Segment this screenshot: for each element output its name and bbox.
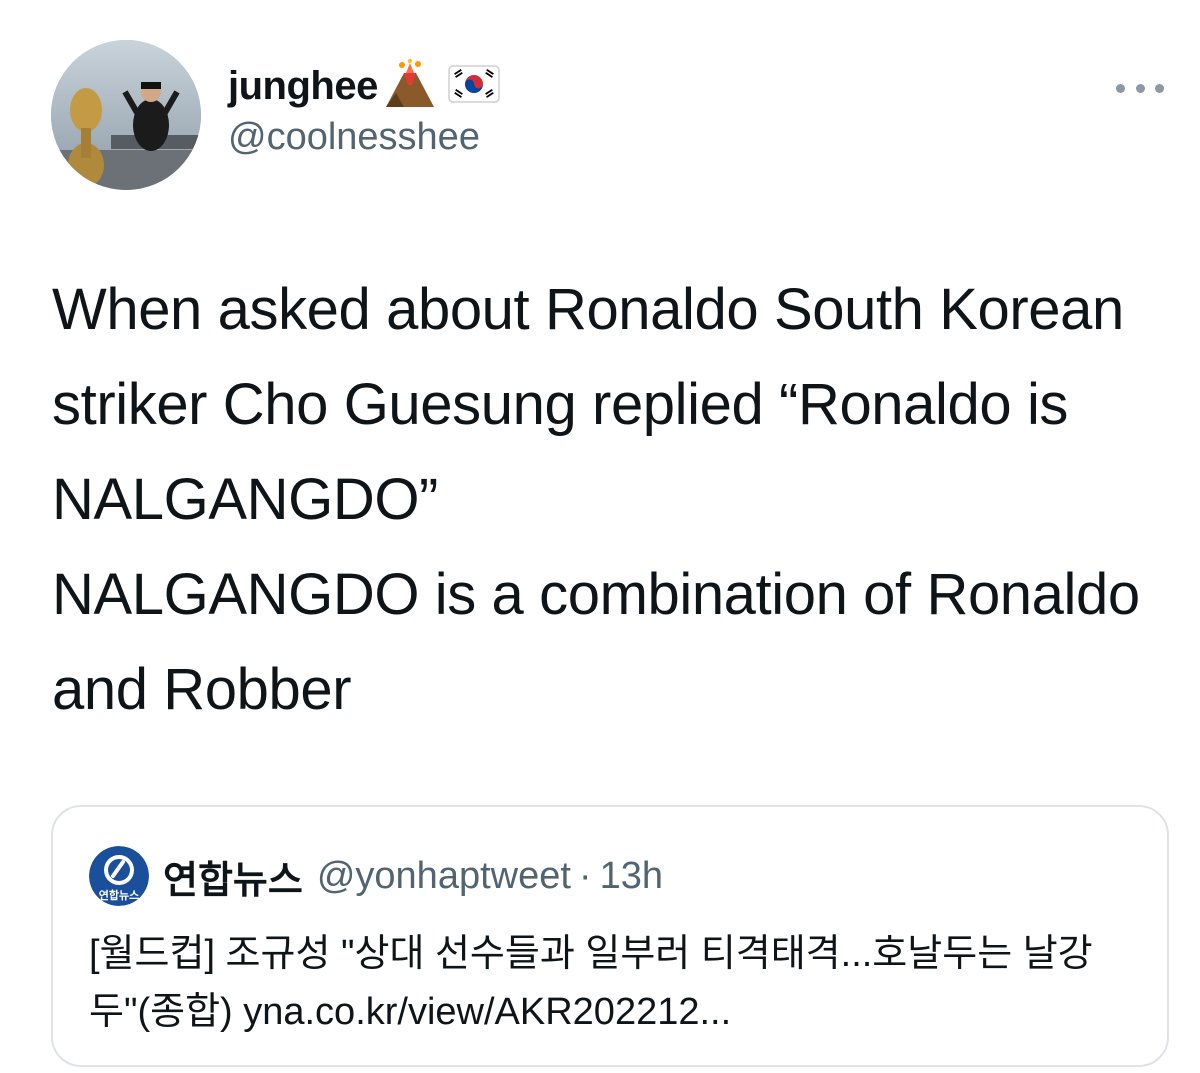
- tweet-paragraph: NALGANGDO is a combination of Ronaldo an…: [52, 562, 1140, 722]
- quoted-tweet-text: [월드컵] 조규성 "상대 선수들과 일부러 티격태격...호날두는 날강두"(…: [89, 933, 1093, 1033]
- tweet-text: When asked about Ronaldo South Korean st…: [52, 262, 1162, 737]
- separator-dot: ·: [578, 854, 592, 897]
- quoted-tweet-header: 연합뉴스 연합뉴스 @yonhaptweet · 13h: [89, 846, 663, 906]
- yonhap-logo-avatar[interactable]: 연합뉴스: [89, 846, 149, 906]
- volcano-emoji-icon: [382, 58, 438, 114]
- author-display-name[interactable]: junghee: [228, 64, 378, 109]
- author-names: junghee @coolnesshee: [228, 58, 500, 159]
- quoted-display-name[interactable]: 연합뉴스: [163, 849, 303, 904]
- more-options-icon[interactable]: [1116, 78, 1164, 98]
- author-handle[interactable]: @coolnesshee: [228, 116, 500, 159]
- yonhap-logo-label: 연합뉴스: [99, 888, 139, 902]
- display-name-row: junghee: [228, 58, 500, 114]
- quoted-tweet-card[interactable]: 연합뉴스 연합뉴스 @yonhaptweet · 13h [월드컵] 조규성 "…: [51, 805, 1169, 1067]
- south-korea-flag-icon: [448, 64, 500, 108]
- author-avatar[interactable]: [51, 40, 201, 190]
- tweet: junghee @coolnesshee When asked about Ro…: [0, 0, 1200, 1073]
- quoted-timestamp[interactable]: 13h: [600, 855, 663, 898]
- tweet-paragraph: When asked about Ronaldo South Korean st…: [52, 277, 1124, 532]
- quoted-handle[interactable]: @yonhaptweet: [317, 855, 571, 898]
